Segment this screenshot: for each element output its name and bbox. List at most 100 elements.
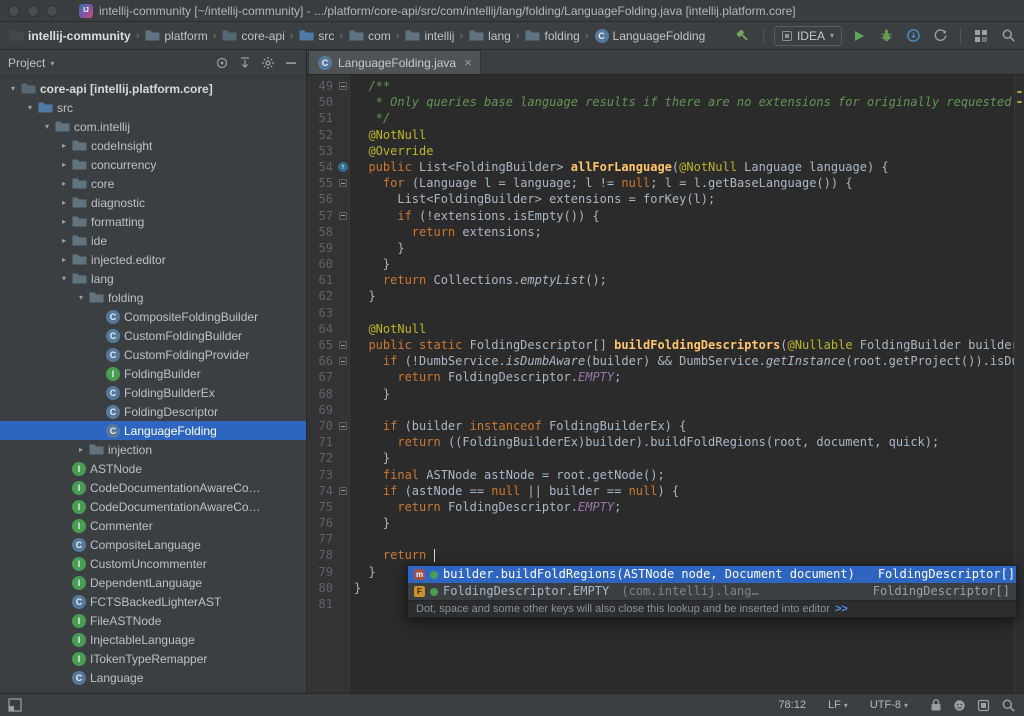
run-config-select[interactable]: IDEA ▾ [773, 25, 842, 46]
chevron-collapsed-icon[interactable]: ▸ [57, 141, 71, 150]
build-hammer-button[interactable] [733, 26, 753, 46]
line-number[interactable]: 56 [307, 191, 337, 207]
chevron-collapsed-icon[interactable]: ▸ [57, 179, 71, 188]
line-number[interactable]: 63 [307, 305, 337, 321]
chevron-collapsed-icon[interactable]: ▸ [57, 217, 71, 226]
project-panel-title[interactable]: Project [8, 56, 45, 70]
fold-marker-icon[interactable] [339, 486, 347, 495]
line-number[interactable]: 75 [307, 499, 337, 515]
breadcrumb-item[interactable]: intellij [402, 27, 456, 44]
chevron-expanded-icon[interactable]: ▾ [74, 293, 88, 302]
fold-marker-icon[interactable] [339, 422, 347, 431]
tree-item[interactable]: I FileASTNode [0, 611, 306, 630]
line-number[interactable]: 73 [307, 467, 337, 483]
line-number[interactable]: 61 [307, 272, 337, 288]
tree-item[interactable]: I CodeDocumentationAwareCo… [0, 478, 306, 497]
chevron-collapsed-icon[interactable]: ▸ [74, 445, 88, 454]
chevron-collapsed-icon[interactable]: ▸ [57, 160, 71, 169]
toolwindows-button[interactable] [971, 26, 991, 46]
code-editor[interactable]: 49 /** 50 * Only queries base language re… [307, 75, 1024, 693]
breadcrumb-item[interactable]: intellij-community [6, 27, 133, 44]
line-number[interactable]: 58 [307, 224, 337, 240]
tree-item[interactable]: ▸ codeInsight [0, 136, 306, 155]
line-number[interactable]: 65 [307, 337, 337, 353]
breadcrumb-item[interactable]: src [296, 27, 336, 44]
line-number[interactable]: 50 [307, 94, 337, 110]
search-everywhere-button[interactable] [998, 26, 1018, 46]
fold-marker-icon[interactable] [339, 357, 347, 366]
hector-inspector-icon[interactable] [953, 699, 966, 712]
scroll-from-source-icon[interactable] [215, 56, 229, 70]
line-number[interactable]: 57 [307, 208, 337, 224]
tree-item[interactable]: ▾ lang [0, 269, 306, 288]
close-tab-icon[interactable]: × [464, 56, 472, 69]
lock-icon[interactable] [930, 698, 942, 712]
tree-item[interactable]: C FoldingDescriptor [0, 402, 306, 421]
breadcrumb-item[interactable]: core-api [219, 27, 286, 44]
tree-item[interactable]: I InjectableLanguage [0, 630, 306, 649]
debug-button[interactable] [876, 26, 896, 46]
line-number[interactable]: 54 [307, 159, 337, 175]
tree-item[interactable]: ▸ ide [0, 231, 306, 250]
tree-item[interactable]: C CustomFoldingProvider [0, 345, 306, 364]
coverage-button[interactable] [903, 26, 923, 46]
line-number[interactable]: 76 [307, 515, 337, 531]
tree-item[interactable]: C CompositeLanguage [0, 535, 306, 554]
tree-item[interactable]: I CodeDocumentationAwareCo… [0, 497, 306, 516]
line-number[interactable]: 55 [307, 175, 337, 191]
tree-item[interactable]: I FoldingBuilder [0, 364, 306, 383]
tree-item[interactable]: I CustomUncommenter [0, 554, 306, 573]
chevron-expanded-icon[interactable]: ▾ [57, 274, 71, 283]
line-number[interactable]: 77 [307, 531, 337, 547]
dump-icon[interactable] [977, 699, 990, 712]
tree-item[interactable]: ▸ formatting [0, 212, 306, 231]
tree-item[interactable]: ▸ diagnostic [0, 193, 306, 212]
tree-item[interactable]: C Language [0, 668, 306, 687]
tree-item[interactable]: I ITokenTypeRemapper [0, 649, 306, 668]
line-number[interactable]: 53 [307, 143, 337, 159]
caret-position-indicator[interactable]: 78:12 [778, 699, 806, 711]
editor-tab[interactable]: C LanguageFolding.java × [308, 50, 481, 74]
override-gutter-icon[interactable]: ↑ [338, 162, 348, 173]
line-number[interactable]: 60 [307, 256, 337, 272]
line-number[interactable]: 69 [307, 402, 337, 418]
warning-stripe-mark[interactable] [1017, 91, 1022, 93]
tree-item[interactable]: ▾ folding [0, 288, 306, 307]
zoom-button[interactable] [46, 4, 58, 17]
tree-item[interactable]: ▸ core [0, 174, 306, 193]
line-number[interactable]: 64 [307, 321, 337, 337]
completion-hint-link[interactable]: >> [835, 603, 848, 615]
tree-item[interactable]: ▾ src [0, 98, 306, 117]
line-number[interactable]: 71 [307, 434, 337, 450]
line-number[interactable]: 67 [307, 369, 337, 385]
line-number[interactable]: 70 [307, 418, 337, 434]
breadcrumb-item[interactable]: platform [142, 27, 209, 44]
profiler-button[interactable] [930, 26, 950, 46]
tree-item[interactable]: C FCTSBackedLighterAST [0, 592, 306, 611]
breadcrumb-item[interactable]: com [346, 27, 393, 44]
encoding-indicator[interactable]: UTF-8 ▾ [870, 699, 908, 711]
line-number[interactable]: 79 [307, 564, 337, 580]
chevron-expanded-icon[interactable]: ▾ [40, 122, 54, 131]
line-number[interactable]: 81 [307, 596, 337, 612]
line-number[interactable]: 49 [307, 78, 337, 94]
completion-item[interactable]: F FoldingDescriptor.EMPTY (com.intellij.l… [408, 583, 1016, 600]
tree-item[interactable]: C CompositeFoldingBuilder [0, 307, 306, 326]
tree-item[interactable]: ▸ concurrency [0, 155, 306, 174]
completion-item[interactable]: m builder.buildFoldRegions(ASTNode node, … [408, 566, 1016, 583]
breadcrumb-item[interactable]: C LanguageFolding [592, 28, 708, 44]
tree-item[interactable]: I Commenter [0, 516, 306, 535]
run-button[interactable] [849, 26, 869, 46]
line-number[interactable]: 66 [307, 353, 337, 369]
chevron-expanded-icon[interactable]: ▾ [6, 84, 20, 93]
breadcrumb-item[interactable]: lang [466, 27, 513, 44]
collapse-all-icon[interactable] [238, 56, 252, 70]
chevron-collapsed-icon[interactable]: ▸ [57, 255, 71, 264]
tree-item[interactable]: ▸ injected.editor [0, 250, 306, 269]
tree-item[interactable]: ▾ core-api [intellij.platform.core] [0, 79, 306, 98]
chevron-collapsed-icon[interactable]: ▸ [57, 236, 71, 245]
line-number[interactable]: 78 [307, 547, 337, 563]
chevron-down-icon[interactable]: ▾ [50, 59, 54, 68]
fold-marker-icon[interactable] [339, 211, 347, 220]
toolwindow-switcher-icon[interactable] [8, 698, 22, 712]
